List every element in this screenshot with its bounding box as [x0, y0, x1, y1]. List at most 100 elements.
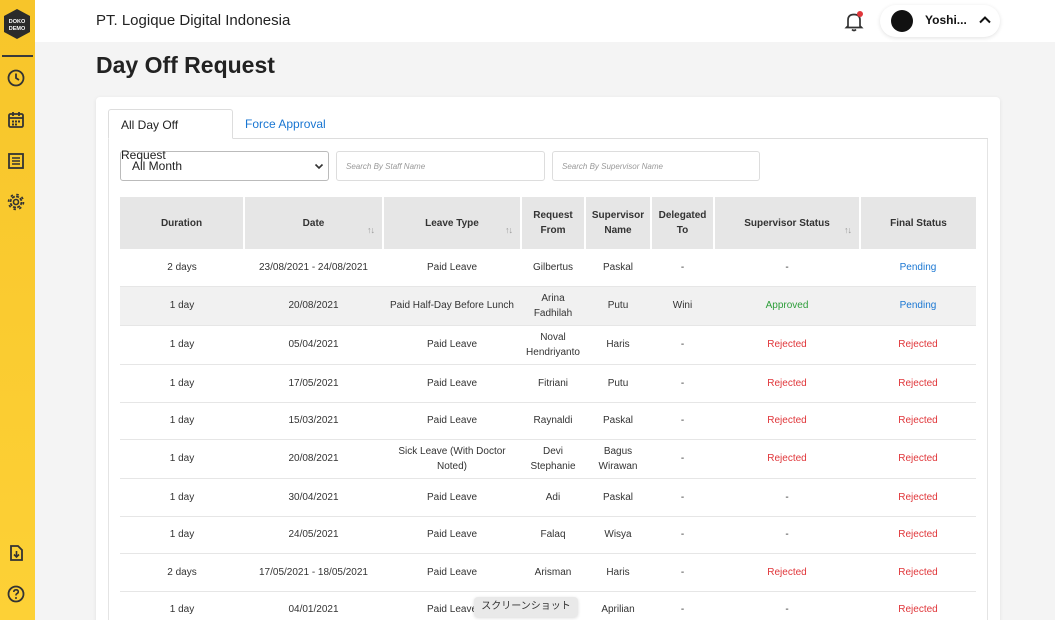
search-supervisor-input[interactable]	[552, 151, 760, 181]
cell-final-status: Rejected	[860, 516, 976, 554]
table-row[interactable]: 1 day 17/05/2021 Paid Leave Fitriani Putu - Re…	[120, 364, 976, 403]
cell-supervisor: Bagus Wirawan	[585, 439, 651, 479]
cell-delegated-to: -	[651, 591, 714, 620]
table-row[interactable]: 1 day 05/04/2021 Paid Leave Noval Hendriyan…	[120, 325, 976, 365]
cell-leave-type: Paid Leave	[383, 325, 521, 365]
cell-date: 04/01/2021	[244, 591, 383, 620]
cell-request-from: Gilbertus	[521, 249, 585, 287]
cell-supervisor: Paskal	[585, 249, 651, 287]
cell-supervisor-status: Rejected	[714, 402, 860, 440]
chevron-up-icon[interactable]	[977, 12, 993, 28]
cell-duration: 1 day	[120, 402, 244, 440]
cell-supervisor: Haris	[585, 553, 651, 592]
cell-supervisor-status: Rejected	[714, 439, 860, 479]
company-name: PT. Logique Digital Indonesia	[96, 12, 291, 29]
cell-duration: 1 day	[120, 439, 244, 479]
user-menu[interactable]: Yoshi...	[880, 5, 1000, 37]
cell-request-from: Adi	[521, 478, 585, 517]
svg-text:DEMO: DEMO	[9, 26, 26, 32]
cell-delegated-to: -	[651, 439, 714, 479]
cell-duration: 1 day	[120, 591, 244, 620]
table-row[interactable]: 1 day 15/03/2021 Paid Leave Raynaldi Paskal -…	[120, 402, 976, 440]
cell-date: 20/08/2021	[244, 286, 383, 326]
col-leave-type[interactable]: Leave Type ↑↓	[383, 197, 522, 249]
col-delegated-to: Delegated To	[651, 197, 715, 249]
cell-request-from: Raynaldi	[521, 402, 585, 440]
table-row[interactable]: 1 day 24/05/2021 Paid Leave Falaq Wisya - - Rej…	[120, 516, 976, 554]
screenshot-toast: スクリーンショット	[474, 597, 578, 617]
calendar-icon[interactable]	[6, 110, 26, 130]
cell-final-status: Rejected	[860, 364, 976, 403]
cell-date: 17/05/2021	[244, 364, 383, 403]
cell-date: 20/08/2021	[244, 439, 383, 479]
cell-date: 17/05/2021 - 18/05/2021	[244, 553, 383, 592]
sort-icon[interactable]: ↑↓	[367, 223, 375, 238]
cell-request-from: Arina Fadhilah	[521, 286, 585, 326]
cell-delegated-to: -	[651, 364, 714, 403]
col-date[interactable]: Date ↑↓	[244, 197, 384, 249]
cell-final-status: Rejected	[860, 439, 976, 479]
cell-final-status: Rejected	[860, 553, 976, 592]
col-duration: Duration	[120, 197, 245, 249]
gear-icon[interactable]	[6, 192, 26, 212]
clock-icon[interactable]	[6, 68, 26, 88]
cell-date: 30/04/2021	[244, 478, 383, 517]
col-final-status: Final Status	[860, 197, 976, 249]
table-row[interactable]: 1 day 20/08/2021 Sick Leave (With Doctor N…	[120, 439, 976, 479]
col-request-from: Request From	[521, 197, 586, 249]
main-card: All Day Off Request Force Approval All M…	[96, 97, 1000, 620]
cell-supervisor: Paskal	[585, 478, 651, 517]
notification-bell-icon[interactable]	[844, 10, 864, 32]
cell-leave-type: Paid Leave	[383, 478, 521, 517]
cell-supervisor: Paskal	[585, 402, 651, 440]
sort-icon[interactable]: ↑↓	[844, 223, 852, 238]
chevron-down-icon	[314, 163, 324, 170]
cell-duration: 1 day	[120, 364, 244, 403]
page-title: Day Off Request	[96, 52, 275, 78]
cell-date: 23/08/2021 - 24/08/2021	[244, 249, 383, 287]
cell-supervisor-status: -	[714, 478, 860, 517]
cell-leave-type: Paid Leave	[383, 249, 521, 287]
table-row[interactable]: 1 day 20/08/2021 Paid Half-Day Before Lunc…	[120, 286, 976, 326]
cell-leave-type: Paid Leave	[383, 402, 521, 440]
cell-supervisor-status: -	[714, 516, 860, 554]
tab-all-day-off-request[interactable]: All Day Off Request	[108, 109, 233, 162]
doko-demo-logo[interactable]: DOKO DEMO	[3, 8, 31, 40]
cell-delegated-to: -	[651, 249, 714, 287]
cell-final-status: Pending	[860, 249, 976, 287]
cell-date: 05/04/2021	[244, 325, 383, 365]
cell-supervisor: Wisya	[585, 516, 651, 554]
cell-leave-type: Paid Leave	[383, 516, 521, 554]
cell-supervisor-status: Approved	[714, 286, 860, 326]
cell-supervisor: Aprilian	[585, 591, 651, 620]
cell-final-status: Pending	[860, 286, 976, 326]
cell-supervisor-status: Rejected	[714, 325, 860, 365]
cell-request-from: Fitriani	[521, 364, 585, 403]
col-supervisor-status[interactable]: Supervisor Status ↑↓	[714, 197, 861, 249]
tab-force-approval[interactable]: Force Approval	[233, 109, 338, 139]
cell-final-status: Rejected	[860, 478, 976, 517]
search-staff-input[interactable]	[336, 151, 545, 181]
table-row[interactable]: 2 days 17/05/2021 - 18/05/2021 Paid Leave A…	[120, 553, 976, 592]
cell-final-status: Rejected	[860, 402, 976, 440]
cell-delegated-to: -	[651, 325, 714, 365]
download-report-icon[interactable]	[6, 543, 26, 563]
cell-request-from: Arisman	[521, 553, 585, 592]
cell-leave-type: Paid Half-Day Before Lunch	[383, 286, 521, 326]
table-row[interactable]: 1 day 30/04/2021 Paid Leave Adi Paskal - - Reje…	[120, 478, 976, 517]
cell-delegated-to: -	[651, 402, 714, 440]
day-off-table: Duration Date ↑↓ Leave Type ↑↓ Request Fro…	[120, 197, 976, 620]
list-icon[interactable]	[6, 151, 26, 171]
cell-supervisor-status: -	[714, 249, 860, 287]
sort-icon[interactable]: ↑↓	[505, 223, 513, 238]
cell-duration: 1 day	[120, 478, 244, 517]
cell-supervisor-status: -	[714, 591, 860, 620]
help-icon[interactable]	[6, 584, 26, 604]
cell-date: 24/05/2021	[244, 516, 383, 554]
cell-request-from: Noval Hendriyanto	[521, 325, 585, 365]
cell-supervisor: Putu	[585, 286, 651, 326]
cell-duration: 1 day	[120, 325, 244, 365]
table-row[interactable]: 2 days 23/08/2021 - 24/08/2021 Paid Leave G…	[120, 249, 976, 287]
top-bar: PT. Logique Digital Indonesia Yoshi...	[35, 0, 1055, 42]
cell-leave-type: Paid Leave	[383, 553, 521, 592]
